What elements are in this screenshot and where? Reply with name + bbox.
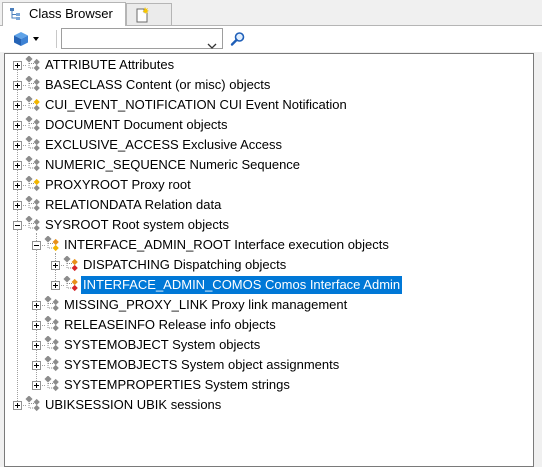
class-gray-icon xyxy=(25,155,43,172)
tab-strip: Class Browser xyxy=(0,0,542,26)
class-gray-icon xyxy=(25,215,43,232)
tree-node[interactable]: ATTRIBUTE Attributes xyxy=(5,55,533,75)
tree-connector-line xyxy=(17,169,18,181)
chevron-down-icon xyxy=(33,37,39,41)
tree-connector-line xyxy=(36,249,37,301)
tree-node[interactable]: DISPATCHING Dispatching objects xyxy=(5,255,533,275)
tree-node[interactable]: EXCLUSIVE_ACCESS Exclusive Access xyxy=(5,135,533,155)
tree-node-label[interactable]: SYSTEMOBJECTS System object assignments xyxy=(62,356,341,374)
class-gray-icon xyxy=(44,375,62,392)
search-icon[interactable] xyxy=(230,31,246,52)
tree-node[interactable]: PROXYROOT Proxy root xyxy=(5,175,533,195)
class-gray-icon xyxy=(44,295,62,312)
class-gray-icon xyxy=(44,335,62,352)
class-yellow-icon xyxy=(25,175,43,192)
tree-node-label[interactable]: CUI_EVENT_NOTIFICATION CUI Event Notific… xyxy=(43,96,349,114)
search-combobox[interactable] xyxy=(61,28,223,49)
class-gray-icon xyxy=(44,315,62,332)
tab-new-document[interactable] xyxy=(126,3,172,25)
toolbar xyxy=(0,25,542,52)
tree-connector-line xyxy=(36,349,37,361)
tree-connector-line xyxy=(17,89,18,101)
tree-connector-line xyxy=(36,329,37,341)
expand-icon[interactable] xyxy=(51,281,60,290)
cube-icon xyxy=(12,30,30,53)
tree-connector-line xyxy=(36,309,37,321)
tree-node-label[interactable]: MISSING_PROXY_LINK Proxy link management xyxy=(62,296,349,314)
class-gray-icon xyxy=(25,395,43,412)
tree-node[interactable]: SYSTEMOBJECTS System object assignments xyxy=(5,355,533,375)
class-gray-icon xyxy=(44,355,62,372)
tree-node-label[interactable]: SYSTEMPROPERTIES System strings xyxy=(62,376,292,394)
tab-class-browser[interactable]: Class Browser xyxy=(2,2,126,26)
tree-node-label[interactable]: DISPATCHING Dispatching objects xyxy=(81,256,288,274)
tree-node-label[interactable]: SYSTEMOBJECT System objects xyxy=(62,336,262,354)
tree-node[interactable]: BASECLASS Content (or misc) objects xyxy=(5,75,533,95)
tree-connector-line xyxy=(17,229,18,401)
tree-connector-line xyxy=(55,253,56,261)
tree-node-label[interactable]: SYSROOT Root system objects xyxy=(43,216,231,234)
tree-node-label[interactable]: NUMERIC_SEQUENCE Numeric Sequence xyxy=(43,156,302,174)
class-gray-icon xyxy=(25,75,43,92)
tab-class-browser-label: Class Browser xyxy=(29,6,113,21)
class-gray-icon xyxy=(25,135,43,152)
class-yellow-icon xyxy=(25,95,43,112)
expand-icon[interactable] xyxy=(32,381,41,390)
class-selector-button[interactable] xyxy=(12,29,48,49)
class-gray-icon xyxy=(25,55,43,72)
class-orange-icon xyxy=(44,235,62,252)
class-tree-icon xyxy=(9,7,25,26)
tree-node[interactable]: DOCUMENT Document objects xyxy=(5,115,533,135)
tree-node[interactable]: SYSTEMPROPERTIES System strings xyxy=(5,375,533,395)
tree-connector-line xyxy=(36,233,37,241)
tree-node[interactable]: RELEASEINFO Release info objects xyxy=(5,315,533,335)
tree-node[interactable]: CUI_EVENT_NOTIFICATION CUI Event Notific… xyxy=(5,95,533,115)
tree-node-label[interactable]: PROXYROOT Proxy root xyxy=(43,176,193,194)
class-browser-window: Class Browser ATTRIBUTE Attributes BASEC… xyxy=(0,0,542,467)
class-gray-icon xyxy=(25,195,43,212)
tree-node-label[interactable]: ATTRIBUTE Attributes xyxy=(43,56,176,74)
tree-connector-line xyxy=(17,149,18,161)
tree-connector-line xyxy=(55,269,56,281)
tree-node-label-selected[interactable]: INTERFACE_ADMIN_COMOS Comos Interface Ad… xyxy=(79,275,404,295)
tree-node[interactable]: SYSTEMOBJECT System objects xyxy=(5,335,533,355)
tree-node[interactable]: INTERFACE_ADMIN_COMOS Comos Interface Ad… xyxy=(5,275,533,295)
tree-node-label[interactable]: BASECLASS Content (or misc) objects xyxy=(43,76,272,94)
tree-node[interactable]: INTERFACE_ADMIN_ROOT Interface execution… xyxy=(5,235,533,255)
class-gray-icon xyxy=(25,115,43,132)
expand-icon[interactable] xyxy=(13,401,22,410)
tree-connector-line xyxy=(36,369,37,381)
class-multi-icon xyxy=(63,275,81,292)
tree-connector-line xyxy=(17,69,18,81)
tree-node-label[interactable]: RELEASEINFO Release info objects xyxy=(62,316,278,334)
tree-node-label[interactable]: RELATIONDATA Relation data xyxy=(43,196,223,214)
tree-connector-line xyxy=(17,189,18,201)
tree-node-label[interactable]: DOCUMENT Document objects xyxy=(43,116,230,134)
tree-node[interactable]: NUMERIC_SEQUENCE Numeric Sequence xyxy=(5,155,533,175)
class-multi-icon xyxy=(63,255,81,272)
combo-dropdown-icon[interactable] xyxy=(207,36,217,54)
tree-node[interactable]: SYSROOT Root system objects xyxy=(5,215,533,235)
tree-node-label[interactable]: UBIKSESSION UBIK sessions xyxy=(43,396,223,414)
tree-connector-line xyxy=(17,209,18,221)
tree-node-label[interactable]: INTERFACE_ADMIN_ROOT Interface execution… xyxy=(62,236,391,254)
tree-node-label[interactable]: EXCLUSIVE_ACCESS Exclusive Access xyxy=(43,136,284,154)
class-tree[interactable]: ATTRIBUTE Attributes BASECLASS Content (… xyxy=(4,53,534,467)
tree-connector-line xyxy=(17,109,18,121)
tree-node[interactable]: UBIKSESSION UBIK sessions xyxy=(5,395,533,415)
tree-node[interactable]: RELATIONDATA Relation data xyxy=(5,195,533,215)
tree-node[interactable]: MISSING_PROXY_LINK Proxy link management xyxy=(5,295,533,315)
toolbar-separator xyxy=(56,30,57,48)
tree-connector-line xyxy=(17,129,18,141)
